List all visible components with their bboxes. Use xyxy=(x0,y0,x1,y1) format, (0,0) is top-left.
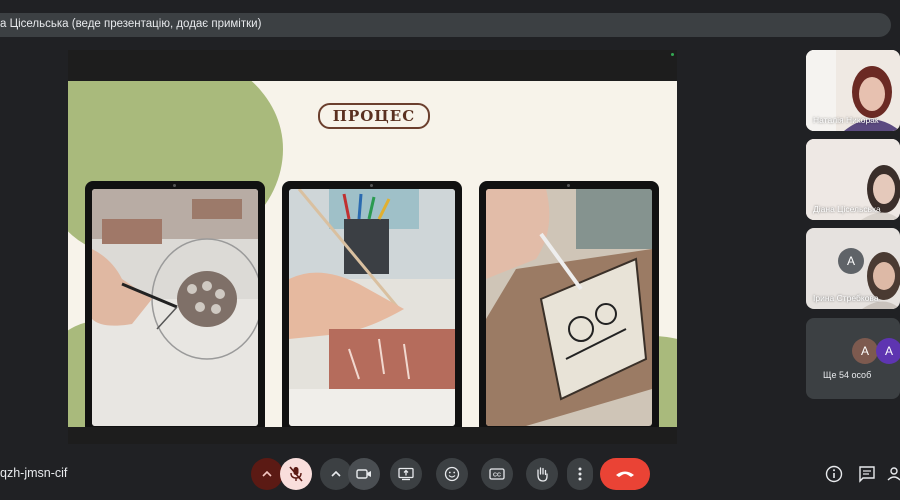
more-icon xyxy=(578,467,582,481)
painting-photo xyxy=(289,189,455,426)
more-options-button[interactable] xyxy=(567,458,593,490)
people-button[interactable] xyxy=(886,464,900,484)
captions-button[interactable]: CC xyxy=(481,458,513,490)
slide: ПРОЦЕС xyxy=(68,81,677,427)
participant-name: Наталія Никорак xyxy=(813,115,879,125)
camera-icon xyxy=(356,469,371,479)
chevron-up-icon xyxy=(262,471,272,477)
others-avatar: А xyxy=(852,338,878,364)
tablet-photo-1 xyxy=(85,181,265,427)
present-icon xyxy=(398,467,414,481)
hang-up-icon xyxy=(616,471,634,477)
presenting-text: а Цісельська (веде презентацію, додає пр… xyxy=(0,18,262,30)
live-indicator-icon xyxy=(671,53,674,56)
participant-tile[interactable]: Ірина Стребкова А xyxy=(806,228,900,309)
participant-name: Діана Цісельська xyxy=(813,204,881,214)
meeting-code: qzh-jmsn-cif xyxy=(0,466,68,480)
audio-options-button[interactable] xyxy=(251,458,283,490)
slide-title: ПРОЦЕС xyxy=(318,103,430,129)
present-button[interactable] xyxy=(390,458,422,490)
others-avatar: А xyxy=(876,338,900,364)
leave-call-button[interactable] xyxy=(600,458,650,490)
participant-name: Ірина Стребкова xyxy=(813,293,879,303)
chevron-up-icon xyxy=(331,471,341,477)
reactions-button[interactable] xyxy=(436,458,468,490)
raise-hand-button[interactable] xyxy=(526,458,558,490)
presentation-stage: ПРОЦЕС xyxy=(68,50,677,444)
presenting-banner: а Цісельська (веде презентацію, додає пр… xyxy=(0,13,891,37)
meeting-details-button[interactable] xyxy=(824,464,844,484)
tablet-photo-3 xyxy=(479,181,659,427)
raise-hand-icon xyxy=(537,467,548,482)
tablet-photo-2 xyxy=(282,181,462,427)
participant-avatar-letter: А xyxy=(838,248,864,274)
chat-icon xyxy=(859,466,875,483)
info-icon xyxy=(825,465,843,483)
ornament-photo xyxy=(486,189,652,426)
captions-icon: CC xyxy=(489,468,505,480)
participant-tile[interactable]: Діана Цісельська xyxy=(806,139,900,220)
mic-off-icon xyxy=(289,466,303,482)
sketch-photo xyxy=(92,189,258,426)
participant-tile[interactable]: Наталія Никорак xyxy=(806,50,900,131)
chat-button[interactable] xyxy=(857,464,877,484)
mic-toggle-button[interactable] xyxy=(280,458,312,490)
others-count: Ще 54 особ xyxy=(823,370,872,380)
svg-text:CC: CC xyxy=(493,473,501,479)
people-icon xyxy=(887,467,900,481)
camera-toggle-button[interactable] xyxy=(348,458,380,490)
emoji-icon xyxy=(444,466,460,482)
